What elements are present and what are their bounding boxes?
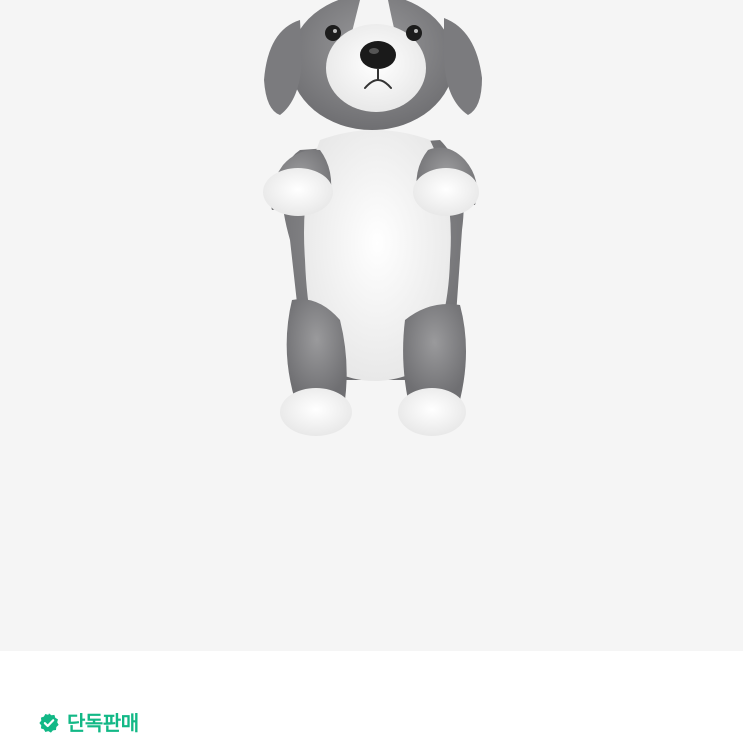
verified-check-icon: [38, 712, 60, 734]
product-image[interactable]: [0, 0, 743, 651]
exclusive-sale-badge: 단독판매: [38, 711, 139, 735]
exclusive-sale-label: 단독판매: [67, 711, 139, 735]
product-detail-page: 단독판매: [0, 0, 743, 743]
product-info: 단독판매: [0, 651, 743, 743]
plush-dog-image: [263, 0, 482, 436]
